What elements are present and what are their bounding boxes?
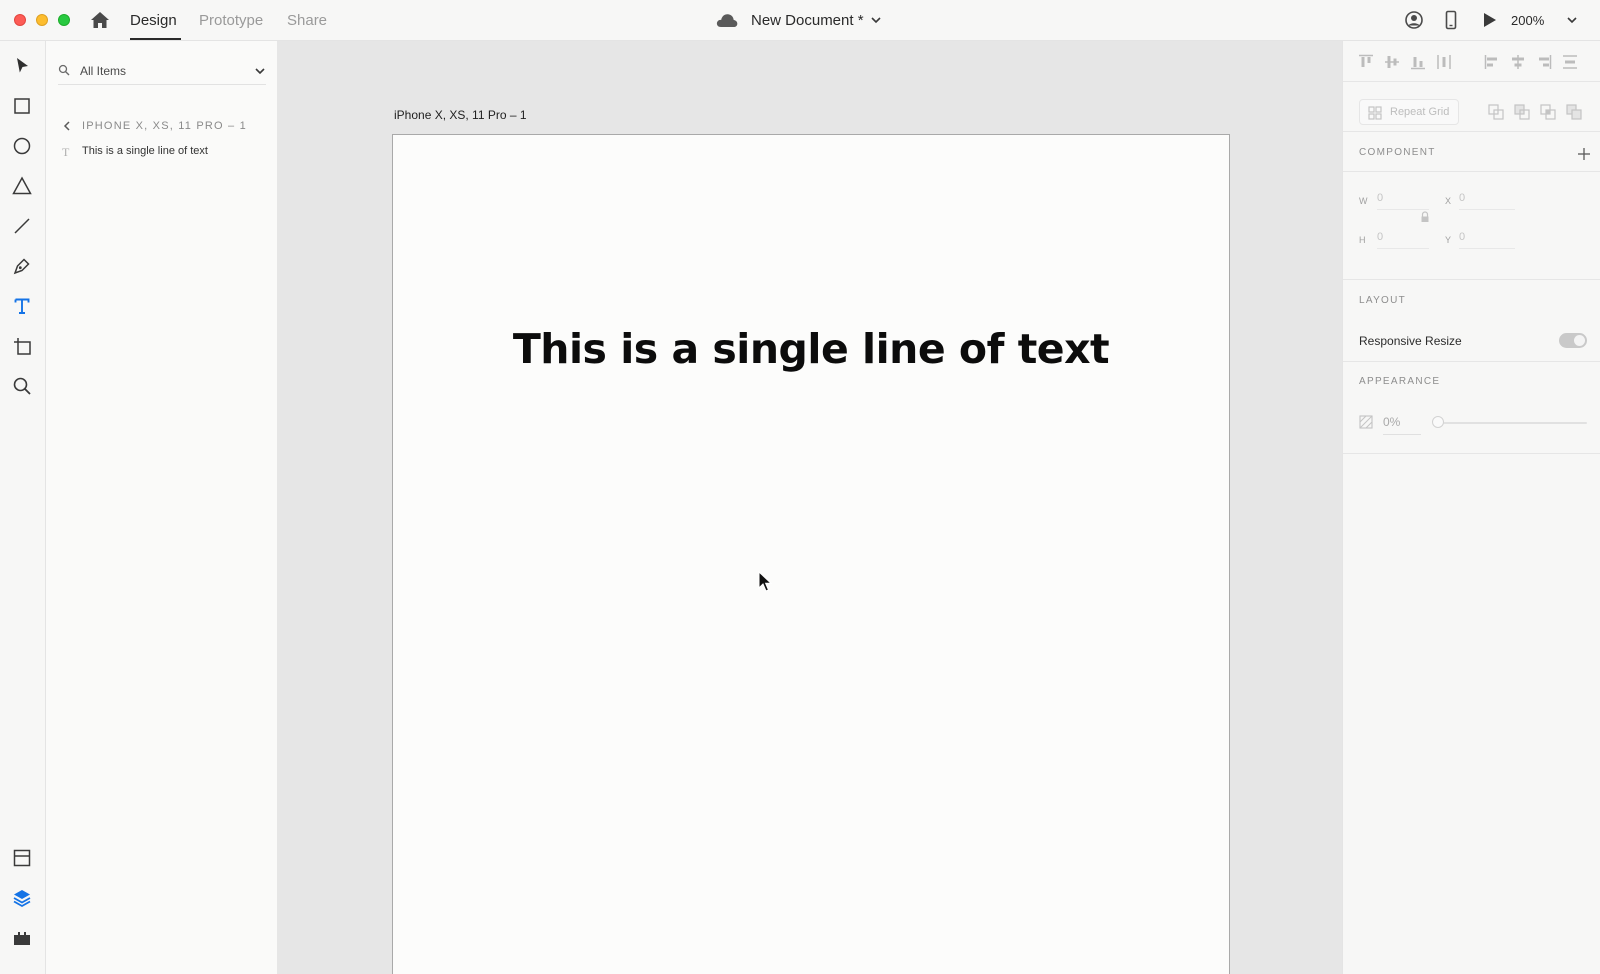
minimize-window-button[interactable] [36,14,48,26]
chevron-down-icon[interactable] [254,65,266,77]
distribute-vertical-icon[interactable] [1561,53,1579,71]
tab-share[interactable]: Share [287,12,327,29]
search-icon [58,64,70,76]
opacity-field[interactable]: 0% [1383,415,1400,429]
opacity-field-underline [1383,434,1421,435]
appearance-section-title: APPEARANCE [1359,376,1441,387]
toggle-knob [1574,335,1585,346]
zoom-tool-icon[interactable] [11,375,33,397]
responsive-resize-toggle[interactable] [1559,333,1587,348]
line-tool-icon[interactable] [11,215,33,237]
width-label: W [1359,196,1368,206]
property-inspector: Repeat Grid COMPONENT W 0 H 0 X 0 Y 0 LA… [1342,41,1600,974]
tools-toolbar [0,41,46,974]
repeat-grid-button[interactable]: Repeat Grid [1359,99,1459,125]
design-canvas[interactable]: iPhone X, XS, 11 Pro – 1 This is a singl… [278,41,1342,974]
active-tab-indicator [130,38,181,40]
repeat-grid-icon [1368,106,1382,120]
share-user-icon[interactable] [1404,10,1424,30]
align-center-icon[interactable] [1509,53,1527,71]
zoom-window-button[interactable] [58,14,70,26]
layer-name: This is a single line of text [82,145,208,157]
opacity-icon [1359,415,1373,429]
align-left-icon[interactable] [1483,53,1501,71]
title-bar: Design Prototype Share New Document * 20… [0,0,1600,41]
opacity-slider-thumb[interactable] [1432,416,1444,428]
divider [1343,81,1600,82]
text-element[interactable]: This is a single line of text [393,325,1229,373]
boolean-subtract-icon[interactable] [1513,103,1531,121]
width-field-underline [1377,209,1429,210]
plugins-panel-icon[interactable] [11,927,33,949]
lock-icon[interactable] [1420,211,1430,223]
height-field-underline [1377,248,1429,249]
artboard-name: IPHONE X, XS, 11 PRO – 1 [82,120,247,132]
device-preview-icon[interactable] [1441,10,1461,30]
opacity-slider-track[interactable] [1435,422,1587,424]
polygon-tool-icon[interactable] [11,175,33,197]
filter-label: All Items [80,64,127,78]
chevron-down-icon[interactable] [870,14,882,26]
responsive-resize-label: Responsive Resize [1359,334,1462,348]
zoom-chevron-down-icon[interactable] [1566,14,1578,26]
artboard-title[interactable]: iPhone X, XS, 11 Pro – 1 [394,108,527,122]
height-field[interactable]: 0 [1377,231,1383,243]
artboard[interactable]: This is a single line of text [392,134,1230,974]
divider [1343,131,1600,132]
boolean-add-icon[interactable] [1487,103,1505,121]
tab-prototype[interactable]: Prototype [199,12,263,29]
close-window-button[interactable] [14,14,26,26]
play-preview-icon[interactable] [1479,10,1499,30]
width-field[interactable]: 0 [1377,192,1383,204]
text-tool-icon[interactable] [11,295,33,317]
divider [1343,171,1600,172]
cloud-icon [716,14,738,27]
distribute-horizontal-icon[interactable] [1435,53,1453,71]
rectangle-tool-icon[interactable] [11,95,33,117]
assets-panel-icon[interactable] [11,847,33,869]
layers-panel-icon[interactable] [11,887,33,909]
artboard-tool-icon[interactable] [11,335,33,357]
select-tool-icon[interactable] [11,55,33,77]
x-field-underline [1459,209,1515,210]
home-icon[interactable] [90,10,110,30]
document-title[interactable]: New Document * [751,12,864,29]
mouse-cursor-icon [758,571,772,592]
align-bottom-icon[interactable] [1409,53,1427,71]
x-label: X [1445,196,1452,206]
layers-filter[interactable]: All Items [58,55,266,85]
ellipse-tool-icon[interactable] [11,135,33,157]
x-field[interactable]: 0 [1459,192,1465,204]
layout-section-title: LAYOUT [1359,295,1407,306]
height-label: H [1359,235,1366,245]
align-top-icon[interactable] [1357,53,1375,71]
plus-icon[interactable] [1577,147,1591,161]
divider [1343,361,1600,362]
tab-design[interactable]: Design [130,12,177,29]
divider [1343,279,1600,280]
align-right-icon[interactable] [1535,53,1553,71]
pen-tool-icon[interactable] [11,255,33,277]
chevron-left-icon[interactable] [62,121,72,131]
align-middle-icon[interactable] [1383,53,1401,71]
repeat-grid-label: Repeat Grid [1390,106,1450,118]
zoom-level[interactable]: 200% [1511,13,1544,28]
boolean-exclude-icon[interactable] [1565,103,1583,121]
y-field[interactable]: 0 [1459,231,1465,243]
component-section-title: COMPONENT [1359,147,1436,158]
text-layer-icon: T [62,145,70,159]
y-field-underline [1459,248,1515,249]
boolean-intersect-icon[interactable] [1539,103,1557,121]
layers-panel: All Items IPHONE X, XS, 11 PRO – 1 T Thi… [46,41,278,974]
divider [1343,453,1600,454]
y-label: Y [1445,235,1452,245]
